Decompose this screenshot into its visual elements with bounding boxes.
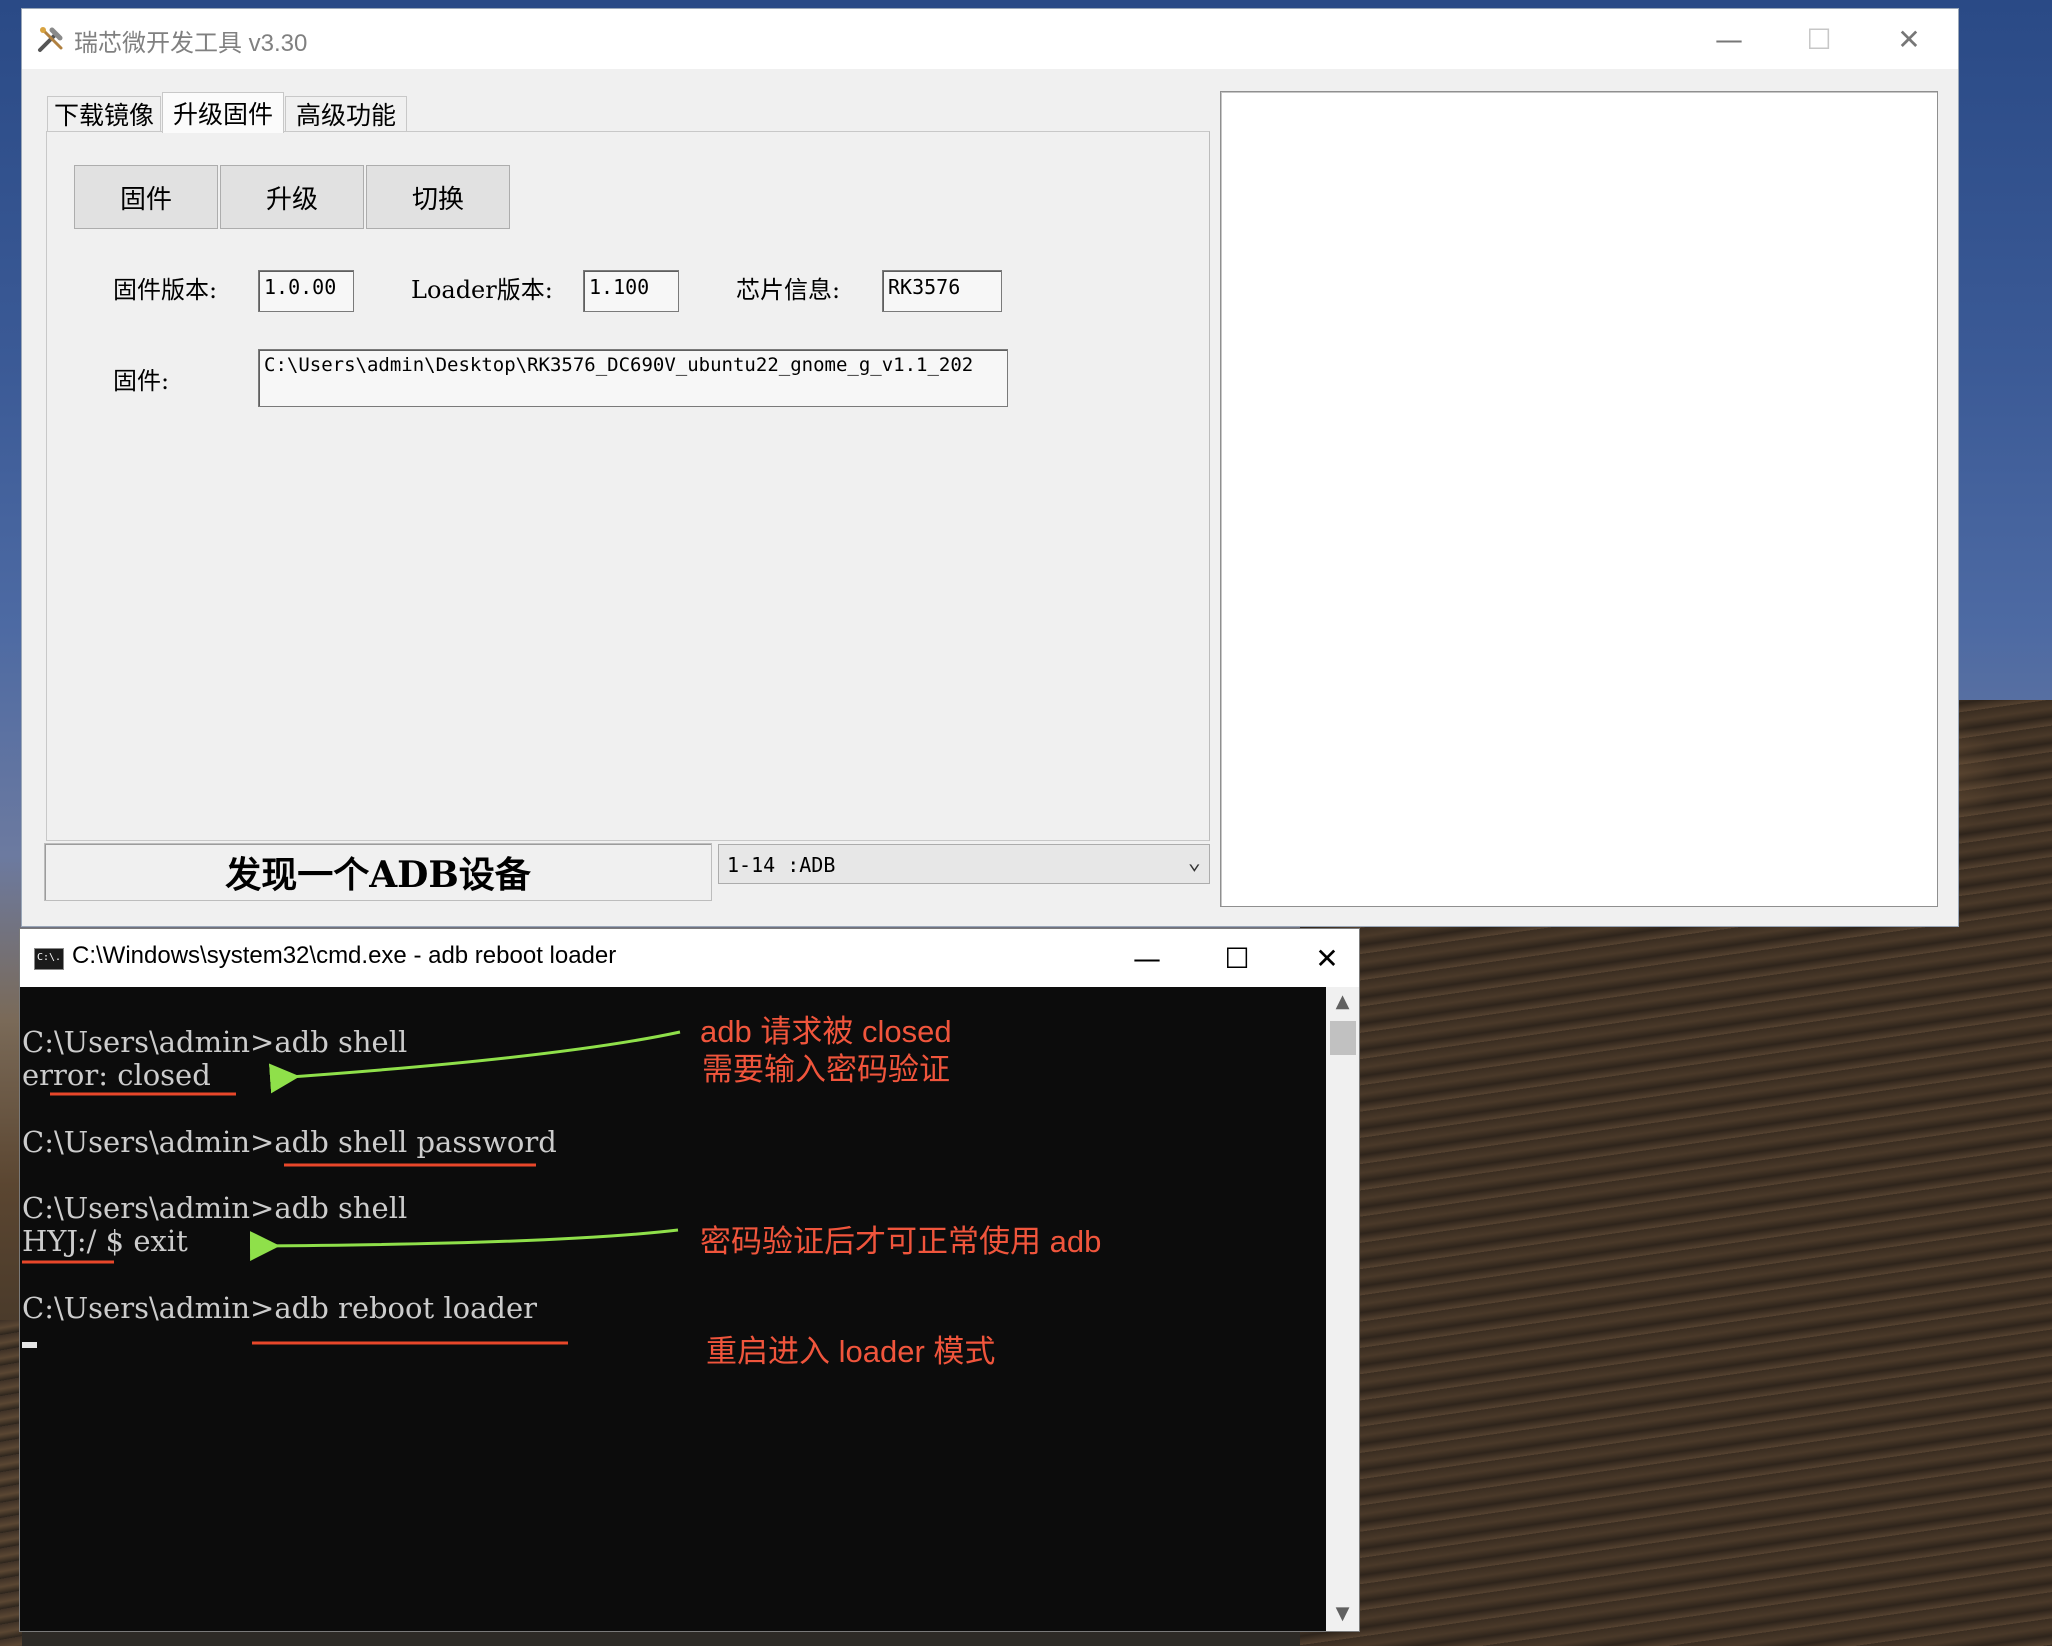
log-panel[interactable] xyxy=(1220,91,1938,907)
terminal-line: C:\Users\admin>adb shell xyxy=(22,1191,408,1225)
firmware-version-label: 固件版本: xyxy=(113,276,218,304)
terminal-output[interactable]: C:\Users\admin>adb shell error: closed C… xyxy=(20,987,1325,1631)
terminal-line: C:\Users\admin>adb shell password xyxy=(22,1125,557,1159)
minimize-icon: — xyxy=(1133,941,1161,975)
cmd-close-button[interactable]: ✕ xyxy=(1282,929,1372,987)
annotation-closed-line2: 需要输入密码验证 xyxy=(702,1052,950,1087)
close-button[interactable]: ✕ xyxy=(1864,9,1954,69)
close-icon: ✕ xyxy=(1315,941,1339,975)
tab-advanced-functions[interactable]: 高级功能 xyxy=(285,96,407,131)
terminal-line: C:\Users\admin>adb shell xyxy=(22,1025,408,1059)
cmd-window: C:\. C:\Windows\system32\cmd.exe - adb r… xyxy=(20,929,1359,1631)
close-icon: ✕ xyxy=(1897,22,1921,56)
switch-button[interactable]: 切换 xyxy=(366,165,510,229)
rk-dev-tool-window: 瑞芯微开发工具 v3.30 — ☐ ✕ 下载镜像 升级固件 高级功能 固件 升级… xyxy=(22,9,1958,926)
chip-info-label: 芯片信息: xyxy=(736,276,841,304)
firmware-path-field[interactable]: C:\Users\admin\Desktop\RK3576_DC690V_ubu… xyxy=(258,349,1008,407)
firmware-button[interactable]: 固件 xyxy=(74,165,218,229)
loader-version-field[interactable]: 1.100 xyxy=(583,270,679,312)
chip-info-field[interactable]: RK3576 xyxy=(882,270,1002,312)
terminal-cursor xyxy=(22,1342,37,1348)
cmd-minimize-button[interactable]: — xyxy=(1102,929,1192,987)
tools-icon xyxy=(38,27,63,52)
minimize-button[interactable]: — xyxy=(1684,9,1774,69)
tab-download-image[interactable]: 下载镜像 xyxy=(47,96,161,131)
scroll-thumb[interactable] xyxy=(1330,1021,1356,1055)
terminal-line: error: closed xyxy=(22,1058,211,1092)
device-select[interactable]: 1-14 :ADB ⌄ xyxy=(718,844,1210,884)
terminal-icon: C:\. xyxy=(34,948,64,970)
upgrade-button[interactable]: 升级 xyxy=(220,165,364,229)
minimize-icon: — xyxy=(1715,22,1743,56)
terminal-scrollbar[interactable]: ▲ ▼ xyxy=(1326,987,1359,1631)
rk-titlebar: 瑞芯微开发工具 v3.30 — ☐ ✕ xyxy=(22,9,1958,69)
annotation-reboot: 重启进入 loader 模式 xyxy=(706,1334,996,1369)
chevron-down-icon: ⌄ xyxy=(1187,850,1201,875)
annotation-verified: 密码验证后才可正常使用 adb xyxy=(700,1224,1102,1259)
maximize-icon: ☐ xyxy=(1806,22,1832,56)
cmd-maximize-button[interactable]: ☐ xyxy=(1192,929,1282,987)
scroll-down-icon[interactable]: ▼ xyxy=(1326,1603,1359,1624)
firmware-path-label: 固件: xyxy=(113,367,170,395)
firmware-version-field[interactable]: 1.0.00 xyxy=(258,270,354,312)
scroll-up-icon[interactable]: ▲ xyxy=(1326,991,1359,1012)
loader-version-label: Loader版本: xyxy=(411,276,553,304)
cmd-window-title: C:\Windows\system32\cmd.exe - adb reboot… xyxy=(72,942,617,969)
maximize-button[interactable]: ☐ xyxy=(1774,9,1864,69)
maximize-icon: ☐ xyxy=(1224,941,1250,975)
cmd-titlebar: C:\. C:\Windows\system32\cmd.exe - adb r… xyxy=(20,929,1359,987)
rk-window-title: 瑞芯微开发工具 v3.30 xyxy=(74,30,308,57)
device-status-text: 发现一个ADB设备 xyxy=(44,843,712,901)
device-select-value: 1-14 :ADB xyxy=(727,853,836,877)
terminal-line: C:\Users\admin>adb reboot loader xyxy=(22,1291,537,1325)
terminal-line: HYJ:/ $ exit xyxy=(22,1224,188,1258)
desktop-wallpaper-edge xyxy=(0,1320,22,1646)
tab-upgrade-firmware[interactable]: 升级固件 xyxy=(162,92,284,133)
upgrade-firmware-panel xyxy=(46,131,1210,841)
